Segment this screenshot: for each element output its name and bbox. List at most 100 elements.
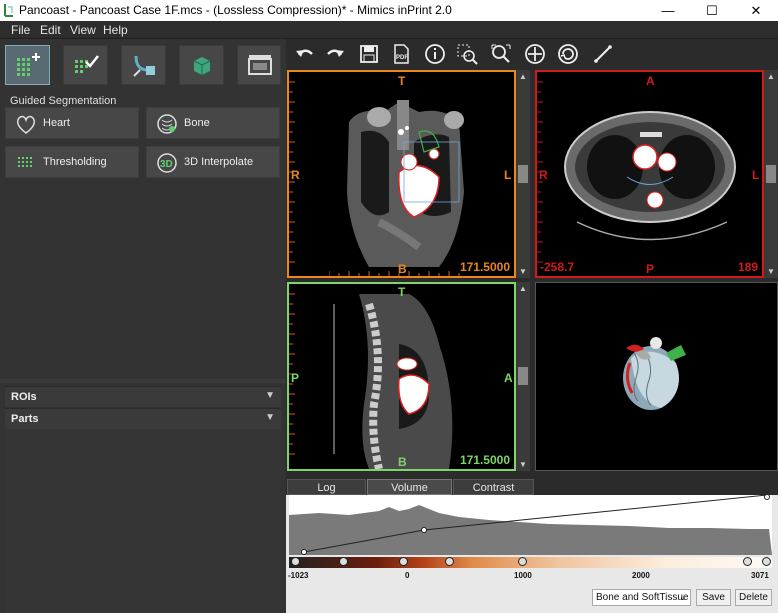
mode-3d-button[interactable] — [179, 45, 224, 85]
minimize-icon: — — [661, 3, 675, 18]
coronal-top-label: T — [398, 74, 406, 88]
sagittal-right-label: A — [504, 371, 513, 385]
delete-button[interactable]: Delete — [735, 589, 772, 606]
axial-left-label: R — [539, 168, 548, 182]
tick-label: -1023 — [288, 571, 309, 580]
redo-icon[interactable] — [324, 43, 346, 65]
sagittal-scrollbar[interactable]: ▲ ▼ — [516, 282, 530, 471]
guided-segmentation-label: Guided Segmentation — [10, 95, 117, 107]
axial-right-value: 189 — [737, 260, 758, 274]
3d-box-icon — [193, 57, 211, 75]
chevron-down-icon: ⌄ — [678, 592, 687, 603]
save-icon[interactable] — [358, 43, 380, 65]
heart-tool-label: Heart — [43, 117, 70, 129]
gradient-marker[interactable] — [743, 557, 752, 566]
gradient-marker[interactable] — [339, 557, 348, 566]
window-title: Pancoast - Pancoast Case 1F.mcs - (Lossl… — [19, 3, 452, 17]
gradient-marker[interactable] — [445, 557, 454, 566]
parts-accordion[interactable]: Parts ▼ — [5, 408, 281, 429]
svg-text:3D: 3D — [160, 159, 173, 170]
parts-label: Parts — [11, 413, 39, 425]
heart-icon — [16, 115, 36, 134]
sagittal-view[interactable]: T P A B 171.5000 — [287, 282, 516, 471]
menu-file[interactable]: File — [11, 23, 30, 37]
menu-edit[interactable]: Edit — [40, 23, 61, 37]
scroll-down-icon[interactable]: ▼ — [517, 460, 529, 469]
tick-label: 3071 — [751, 571, 769, 580]
undo-icon[interactable] — [294, 43, 316, 65]
3d-render-image — [623, 337, 686, 410]
title-bar: Pancoast - Pancoast Case 1F.mcs - (Lossl… — [0, 0, 778, 21]
minimize-button[interactable]: — — [646, 0, 690, 21]
sagittal-scroll-thumb[interactable] — [518, 367, 528, 385]
close-button[interactable]: ✕ — [734, 0, 778, 21]
zoom-region-icon[interactable] — [456, 43, 478, 65]
volume-rendering-panel: -1023 0 1000 2000 3071 Bone and SoftTiss… — [286, 495, 778, 613]
scroll-up-icon[interactable]: ▲ — [517, 284, 529, 293]
left-panel: Guided Segmentation Heart Bone Threshold… — [0, 39, 286, 613]
gradient-marker[interactable] — [762, 557, 771, 566]
axial-left-value: -258.7 — [540, 260, 575, 274]
mask-edit-icon — [75, 55, 99, 73]
info-icon[interactable] — [424, 43, 446, 65]
gradient-marker[interactable] — [291, 557, 300, 566]
scroll-down-icon[interactable]: ▼ — [765, 267, 777, 276]
axial-top-label: A — [646, 74, 655, 88]
axial-view[interactable]: A R L P -258.7 189 — [535, 70, 764, 278]
close-icon: ✕ — [750, 3, 762, 18]
view-toolbar: PDF — [286, 39, 778, 69]
rotate-icon[interactable] — [557, 43, 579, 65]
tab-log[interactable]: Log — [287, 479, 366, 495]
measure-icon[interactable] — [592, 43, 614, 65]
3d-interpolate-tool-button[interactable]: 3D 3D Interpolate — [146, 146, 280, 178]
bone-tool-button[interactable]: Bone — [146, 107, 280, 139]
mode-mask-edit-button[interactable] — [63, 45, 108, 85]
tick-label: 2000 — [632, 571, 650, 580]
axial-scrollbar[interactable]: ▲ ▼ — [764, 70, 778, 278]
zoom-icon[interactable] — [490, 43, 512, 65]
tab-volume-rendering[interactable]: Volume Rendering — [367, 479, 452, 510]
coronal-ct-image — [347, 100, 464, 267]
scroll-down-icon[interactable]: ▼ — [517, 267, 529, 276]
mode-print-button[interactable] — [237, 45, 281, 85]
color-gradient-bar[interactable] — [289, 557, 772, 568]
coronal-left-label: R — [291, 168, 300, 182]
tick-label: 0 — [405, 571, 410, 580]
sagittal-top-label: T — [398, 285, 406, 299]
printer-icon — [248, 55, 272, 75]
panel-splitter[interactable] — [0, 379, 286, 383]
parts-list-area — [5, 429, 281, 613]
maximize-button[interactable]: ☐ — [690, 0, 734, 21]
menu-view[interactable]: View — [70, 23, 96, 37]
coronal-scroll-thumb[interactable] — [518, 165, 528, 183]
mode-vessel-button[interactable] — [121, 45, 166, 85]
tab-contrast[interactable]: Contrast — [453, 479, 534, 495]
3d-view[interactable] — [535, 282, 778, 471]
preset-dropdown[interactable]: Bone and SoftTissue ⌄ — [592, 589, 691, 606]
heart-tool-button[interactable]: Heart — [5, 107, 139, 139]
rois-accordion[interactable]: ROIs ▼ — [5, 386, 281, 407]
mode-segment-button[interactable] — [5, 45, 50, 85]
gradient-marker[interactable] — [518, 557, 527, 566]
save-button[interactable]: Save — [696, 589, 731, 606]
axial-bottom-label: P — [646, 262, 655, 276]
axial-scroll-thumb[interactable] — [766, 165, 776, 183]
chevron-down-icon: ▼ — [265, 412, 275, 423]
3d-interpolate-tool-label: 3D Interpolate — [184, 156, 254, 168]
coronal-view[interactable]: T R L B 171.5000 — [287, 70, 516, 278]
pdf-icon[interactable]: PDF — [390, 43, 412, 65]
pan-icon[interactable] — [524, 43, 546, 65]
coronal-scrollbar[interactable]: ▲ ▼ — [516, 70, 530, 278]
menu-help[interactable]: Help — [103, 23, 128, 37]
thresholding-tool-button[interactable]: Thresholding — [5, 146, 139, 178]
chevron-down-icon: ▼ — [265, 390, 275, 401]
axial-right-label: L — [752, 168, 760, 182]
segment-icon — [17, 53, 40, 76]
scroll-up-icon[interactable]: ▲ — [765, 72, 777, 81]
3d-interpolate-icon: 3D — [157, 153, 177, 173]
maximize-icon: ☐ — [706, 3, 718, 18]
bone-icon — [157, 114, 177, 134]
scroll-up-icon[interactable]: ▲ — [517, 72, 529, 81]
histogram-chart[interactable] — [289, 495, 772, 555]
gradient-marker[interactable] — [399, 557, 408, 566]
